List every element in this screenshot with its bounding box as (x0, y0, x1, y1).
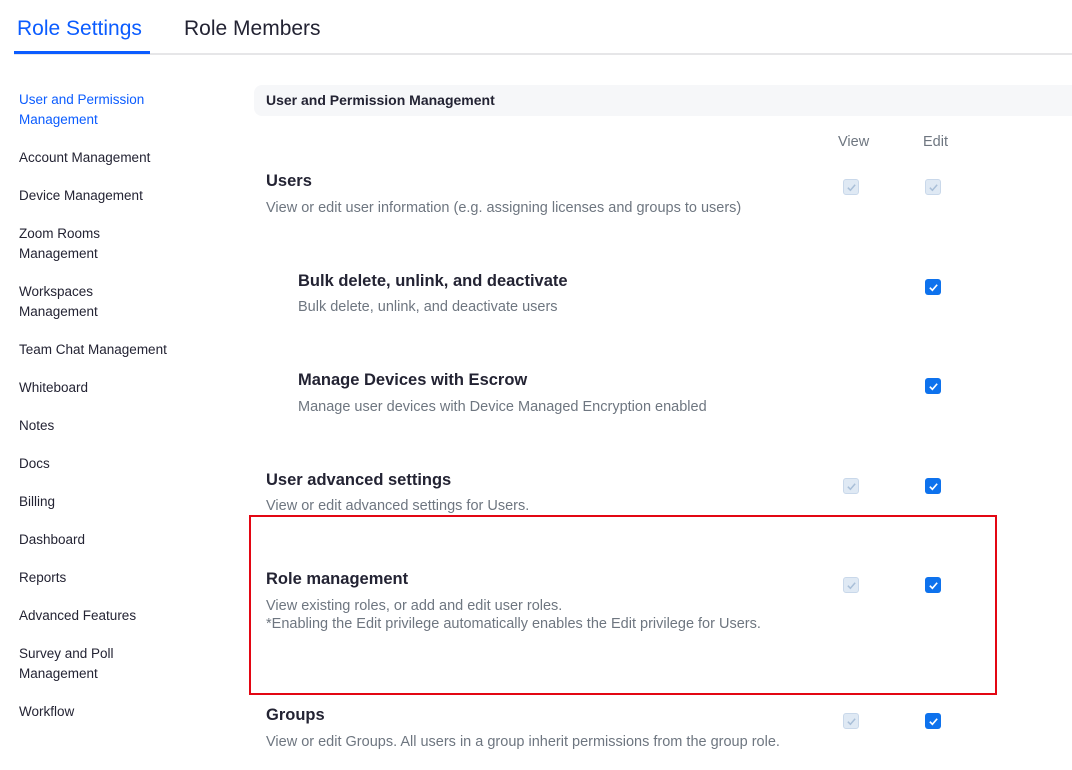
tab-bar-divider (14, 53, 1072, 55)
sidebar-item-survey-poll-management[interactable]: Survey and Poll Management (19, 644, 139, 684)
check-icon (928, 717, 938, 725)
role-management-edit-checkbox[interactable] (925, 577, 941, 593)
sidebar-item-whiteboard[interactable]: Whiteboard (19, 378, 209, 398)
check-icon (928, 482, 938, 490)
check-icon (928, 581, 938, 589)
tab-role-settings[interactable]: Role Settings (17, 15, 142, 43)
sidebar-item-account-management[interactable]: Account Management (19, 148, 209, 168)
escrow-description: Manage user devices with Device Managed … (298, 399, 707, 415)
check-icon (846, 183, 856, 191)
sidebar-item-user-permission-management[interactable]: User and Permission Management (19, 90, 209, 130)
groups-description: View or edit Groups. All users in a grou… (266, 734, 780, 750)
section-header: User and Permission Management (254, 85, 1072, 116)
check-icon (928, 283, 938, 291)
check-icon (928, 183, 938, 191)
sidebar-item-zoom-rooms-management[interactable]: Zoom Rooms Management (19, 224, 129, 264)
advanced-settings-description: View or edit advanced settings for Users… (266, 498, 530, 514)
bulk-delete-title: Bulk delete, unlink, and deactivate (298, 272, 568, 290)
escrow-edit-checkbox[interactable] (925, 378, 941, 394)
sidebar-item-team-chat-management[interactable]: Team Chat Management (19, 340, 209, 360)
column-header-view: View (838, 134, 870, 150)
groups-view-checkbox (843, 713, 859, 729)
users-edit-checkbox (925, 179, 941, 195)
role-management-description: View existing roles, or add and edit use… (266, 598, 563, 614)
role-management-note: *Enabling the Edit privilege automatical… (266, 616, 761, 632)
users-title: Users (266, 172, 312, 190)
groups-edit-checkbox[interactable] (925, 713, 941, 729)
role-management-view-checkbox (843, 577, 859, 593)
escrow-title: Manage Devices with Escrow (298, 371, 528, 389)
groups-title: Groups (266, 706, 325, 724)
tab-bar: Role Settings Role Members (0, 0, 1072, 55)
sidebar-item-billing[interactable]: Billing (19, 492, 209, 512)
users-description: View or edit user information (e.g. assi… (266, 200, 742, 216)
column-header-edit: Edit (923, 134, 948, 150)
active-tab-indicator (14, 51, 150, 54)
advanced-settings-edit-checkbox[interactable] (925, 478, 941, 494)
sidebar-item-notes[interactable]: Notes (19, 416, 209, 436)
check-icon (846, 717, 856, 725)
sidebar-item-docs[interactable]: Docs (19, 454, 209, 474)
bulk-delete-edit-checkbox[interactable] (925, 279, 941, 295)
sidebar-item-workspaces-management[interactable]: Workspaces Management (19, 282, 129, 322)
section-title: User and Permission Management (266, 92, 495, 108)
sidebar-item-dashboard[interactable]: Dashboard (19, 530, 209, 550)
sidebar-item-reports[interactable]: Reports (19, 568, 209, 588)
users-view-checkbox (843, 179, 859, 195)
check-icon (928, 382, 938, 390)
advanced-settings-view-checkbox (843, 478, 859, 494)
bulk-delete-description: Bulk delete, unlink, and deactivate user… (298, 299, 558, 315)
check-icon (846, 581, 856, 589)
role-management-title: Role management (266, 570, 409, 588)
sidebar-item-device-management[interactable]: Device Management (19, 186, 209, 206)
advanced-settings-title: User advanced settings (266, 471, 452, 489)
check-icon (846, 482, 856, 490)
tab-role-members[interactable]: Role Members (184, 15, 321, 43)
sidebar-item-advanced-features[interactable]: Advanced Features (19, 606, 209, 626)
sidebar-item-workflow[interactable]: Workflow (19, 702, 209, 722)
